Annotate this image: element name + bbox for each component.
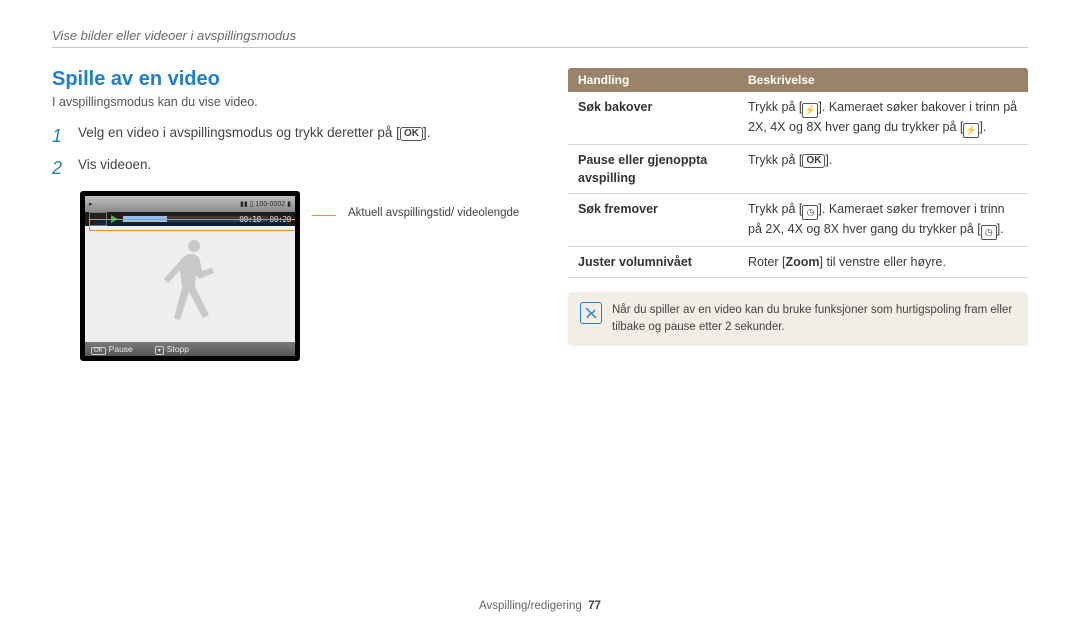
intro-text: I avspillingsmodus kan du vise video.	[52, 95, 522, 109]
table-row: Pause eller gjenoppta avspilling Trykk p…	[568, 145, 1028, 194]
left-column: Spille av en video I avspillingsmodus ka…	[52, 68, 522, 361]
ok-icon: OK	[802, 154, 825, 168]
table-row: Juster volumnivået Roter [Zoom] til vens…	[568, 247, 1028, 278]
screenshot-top-bar: ▸ ▮▮▯100-0002▮	[85, 196, 295, 212]
screenshot-bottom-bar: OKPause ▾Stopp	[85, 342, 295, 356]
video-area	[85, 226, 295, 342]
step-list: 1 Velg en video i avspillingsmodus og tr…	[52, 123, 522, 181]
right-column: Handling Beskrivelse Søk bakover Trykk p…	[568, 68, 1028, 361]
note-icon	[580, 302, 602, 324]
thumbnail-icon	[89, 212, 107, 226]
flash-icon: ⚡	[963, 123, 979, 138]
dancer-silhouette-icon	[154, 234, 226, 334]
table-row: Søk fremover Trykk på [◷]. Kameraet søke…	[568, 194, 1028, 247]
camera-screenshot: ▸ ▮▮▯100-0002▮ 00:10 00:20	[80, 191, 300, 361]
figure-caption: Aktuell avspillingstid/ videolengde	[348, 206, 519, 222]
divider	[52, 47, 1028, 48]
ok-icon: OK	[400, 127, 423, 141]
actions-table: Handling Beskrivelse Søk bakover Trykk p…	[568, 68, 1028, 278]
page-footer: Avspilling/redigering 77	[0, 600, 1080, 612]
timer-icon: ◷	[981, 225, 997, 240]
step-number: 1	[52, 123, 66, 149]
flash-icon: ⚡	[802, 103, 818, 118]
time-display: 00:10 00:20	[239, 212, 291, 226]
page-title: Spille av en video	[52, 68, 522, 91]
table-header: Beskrivelse	[738, 68, 1028, 92]
table-header: Handling	[568, 68, 738, 92]
down-key-icon: ▾	[155, 346, 164, 355]
timer-icon: ◷	[802, 205, 818, 220]
callout-leader	[312, 215, 336, 216]
step-text: Velg en video i avspillingsmodus og tryk…	[78, 123, 430, 149]
step-number: 2	[52, 155, 66, 181]
note-box: Når du spiller av en video kan du bruke …	[568, 292, 1028, 345]
note-text: Når du spiller av en video kan du bruke …	[612, 302, 1016, 335]
ok-key-icon: OK	[91, 347, 106, 355]
table-row: Søk bakover Trykk på [⚡]. Kameraet søker…	[568, 92, 1028, 145]
play-icon	[111, 215, 118, 223]
breadcrumb: Vise bilder eller videoer i avspillingsm…	[52, 28, 1028, 43]
step-text: Vis videoen.	[78, 155, 151, 181]
